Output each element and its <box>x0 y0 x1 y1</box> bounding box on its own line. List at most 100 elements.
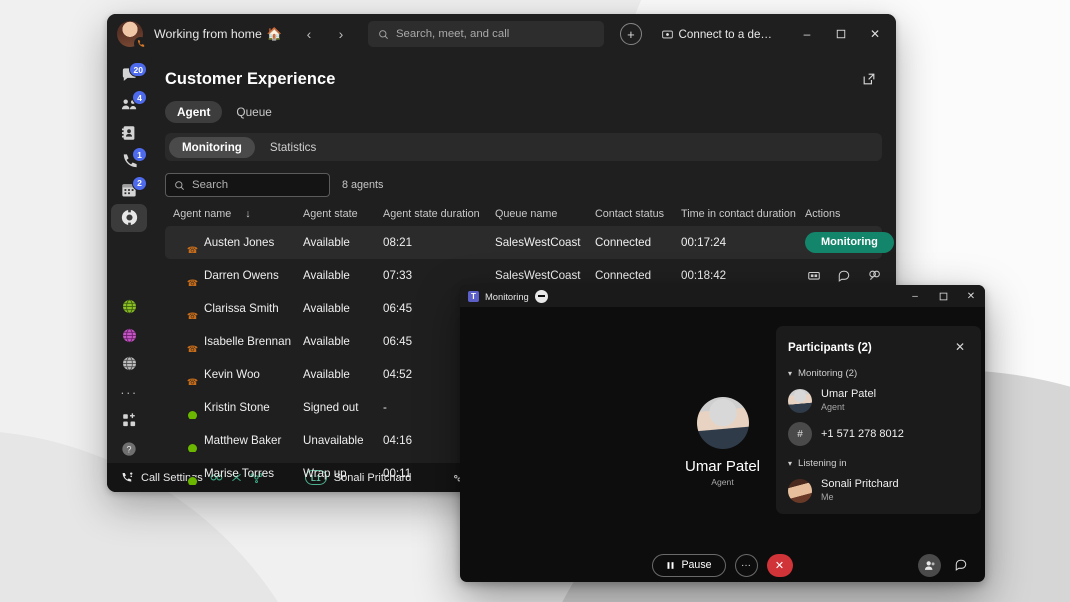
chevron-down-icon: ▾ <box>788 369 793 378</box>
column-header-agent-state-duration[interactable]: Agent state duration <box>383 208 495 220</box>
sidebar-item-teams[interactable]: 4 <box>111 90 147 117</box>
avatar <box>173 430 198 452</box>
table-header-row: Agent name ↓ Agent state Agent state dur… <box>165 208 882 226</box>
participant-role: Agent <box>821 401 845 412</box>
avatar <box>173 298 198 320</box>
column-header-actions: Actions <box>805 208 841 220</box>
close-button[interactable]: ✕ <box>858 19 892 49</box>
more-call-options-button[interactable]: ··· <box>734 553 758 577</box>
presence-oncall-icon <box>187 244 198 254</box>
participants-group-monitoring[interactable]: ▾ Monitoring (2) <box>788 368 969 379</box>
status-text[interactable]: Working from home 🏠 <box>154 27 282 42</box>
cell-contact-status: Connected <box>595 269 652 282</box>
participant-item[interactable]: Umar Patel Agent <box>788 388 969 413</box>
maximize-button[interactable] <box>929 285 957 307</box>
cell-agent-name: Isabelle Brennan <box>173 331 303 353</box>
participant-item[interactable]: Sonali Pritchard Me <box>788 478 969 504</box>
presence-oncall-icon <box>187 310 198 320</box>
cell-queue-name: SalesWestCoast <box>495 236 581 249</box>
participant-phone-number: +1 571 278 8012 <box>821 427 904 440</box>
teams-logo-icon <box>468 290 479 302</box>
new-item-button[interactable]: + <box>619 23 642 45</box>
column-header-queue-name[interactable]: Queue name <box>495 208 595 220</box>
pause-label: Pause <box>681 559 712 571</box>
connect-to-device-button[interactable]: Connect to a de… <box>656 24 778 45</box>
tab-agent[interactable]: Agent <box>165 101 223 123</box>
sidebar-item-help[interactable]: ? <box>111 435 147 462</box>
pause-button[interactable]: Pause <box>652 553 726 577</box>
tab-statistics[interactable]: Statistics <box>257 137 329 158</box>
sort-arrow-icon: ↓ <box>245 208 251 220</box>
agent-name-label: Isabelle Brennan <box>204 335 292 348</box>
sidebar-item-calls[interactable]: 1 <box>111 147 147 174</box>
avatar <box>173 265 198 287</box>
agent-name-label: Austen Jones <box>204 236 275 249</box>
cell-agent-state: Available <box>303 335 350 348</box>
cell-agent-state: Unavailable <box>303 434 364 447</box>
search-input[interactable]: Search, meet, and call <box>367 21 604 47</box>
active-speaker-role: Agent <box>711 476 734 487</box>
avatar <box>696 396 749 449</box>
cell-agent-name: Darren Owens <box>173 265 303 287</box>
monitor-icon[interactable] <box>805 267 823 285</box>
presence-oncall-icon <box>187 343 198 353</box>
sidebar-item-globe-green[interactable] <box>111 293 147 320</box>
whisper-icon[interactable] <box>865 267 883 285</box>
sidebar-item-calendar[interactable]: 2 <box>111 175 147 203</box>
call-controls-bar: Pause ··· ✕ <box>460 548 985 582</box>
cell-agent-name: Kristin Stone <box>173 397 303 419</box>
presence-available-icon <box>187 442 198 452</box>
agent-name-label: Matthew Baker <box>204 434 282 447</box>
minimize-button[interactable]: – <box>790 19 824 49</box>
close-icon[interactable]: ✕ <box>951 338 969 356</box>
agent-name-label: Kristin Stone <box>204 401 270 414</box>
cell-agent-name: Clarissa Smith <box>173 298 303 320</box>
sidebar-item-contacts[interactable] <box>111 119 147 146</box>
column-header-agent-state[interactable]: Agent state <box>303 208 383 220</box>
sidebar-item-globe-magenta[interactable] <box>111 322 147 349</box>
minimize-button[interactable]: – <box>901 285 929 307</box>
agent-name-label: Kevin Woo <box>204 368 260 381</box>
call-window-title: Monitoring <box>485 290 529 302</box>
cell-time-in-contact: 00:17:24 <box>681 236 727 249</box>
column-header-time-in-contact[interactable]: Time in contact duration <box>681 208 805 220</box>
chat-icon[interactable] <box>951 555 971 575</box>
search-icon <box>378 29 389 40</box>
avatar[interactable] <box>117 21 147 50</box>
presence-available-icon <box>187 409 198 419</box>
sidebar-item-contact-center[interactable] <box>111 204 147 232</box>
window-titlebar: Working from home 🏠 ‹ › Search, meet, an… <box>107 14 896 54</box>
participants-header: Participants (2) ✕ <box>788 338 969 356</box>
maximize-button[interactable] <box>824 19 858 49</box>
close-button[interactable]: ✕ <box>957 285 985 307</box>
chat-badge: 20 <box>129 62 147 77</box>
cell-agent-state: Wrap up <box>303 467 347 480</box>
table-row[interactable]: Austen Jones Available 08:21 SalesWestCo… <box>165 226 894 259</box>
home-emoji-icon: 🏠 <box>266 26 283 41</box>
back-button[interactable]: ‹ <box>296 21 322 47</box>
sidebar-item-globe-white[interactable] <box>111 350 147 377</box>
column-header-contact-status[interactable]: Contact status <box>595 208 681 220</box>
sidebar-item-chat[interactable]: 20 <box>111 62 147 89</box>
monitoring-button[interactable]: Monitoring <box>805 231 894 254</box>
open-in-new-window-icon[interactable] <box>856 66 882 92</box>
more-actions-icon[interactable]: ··· <box>895 267 896 285</box>
cell-contact-status: Connected <box>595 236 652 249</box>
participant-info: Sonali Pritchard Me <box>821 478 899 503</box>
column-header-agent-name[interactable]: Agent name ↓ <box>173 208 303 220</box>
cell-actions: Monitoring <box>805 231 894 254</box>
sidebar-item-more[interactable]: ··· <box>111 379 147 406</box>
left-rail: 20 4 1 2 ··· ? <box>107 54 151 463</box>
agent-name-label: Darren Owens <box>204 269 279 282</box>
hangup-button[interactable]: ✕ <box>766 553 793 577</box>
chat-icon[interactable] <box>835 267 853 285</box>
sidebar-item-apps[interactable] <box>111 407 147 434</box>
tab-queue[interactable]: Queue <box>224 101 283 123</box>
tab-monitoring[interactable]: Monitoring <box>169 136 255 158</box>
people-icon[interactable] <box>918 553 941 577</box>
participants-group-listening[interactable]: ▾ Listening in <box>788 458 969 469</box>
forward-button[interactable]: › <box>328 21 354 47</box>
participant-item[interactable]: # +1 571 278 8012 <box>788 422 969 447</box>
agent-search-input[interactable]: Search <box>165 173 330 197</box>
avatar <box>788 388 812 413</box>
